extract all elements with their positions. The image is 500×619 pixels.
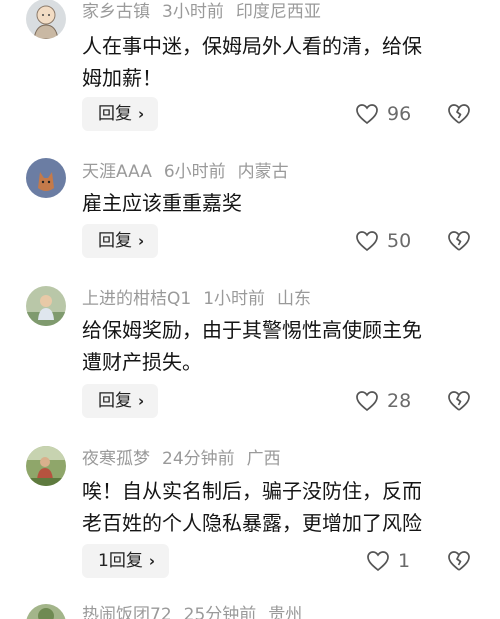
comment-meta: 上进的柑桔Q1 1小时前 山东 [82, 287, 323, 311]
comment-meta: 夜寒孤梦 24分钟前 广西 [82, 447, 293, 471]
comment-text: 雇主应该重重嘉奖 [82, 187, 472, 219]
broken-heart-icon[interactable] [447, 550, 471, 572]
like-count: 50 [387, 230, 412, 252]
comment-meta: 热闹饭团72 25分钟前 贵州 [82, 603, 314, 619]
timestamp: 24分钟前 [162, 449, 235, 469]
timestamp: 25分钟前 [183, 605, 257, 619]
like-count: 96 [387, 103, 412, 125]
username[interactable]: 夜寒孤梦 [82, 449, 150, 469]
broken-heart-icon[interactable] [447, 230, 471, 252]
username[interactable]: 热闹饭团72 [82, 605, 172, 619]
comment-item: 家乡古镇 3小时前 印度尼西亚 人在事中迷，保姆局外人看的清，给保 姆加薪！ 回复 ›… [0, 0, 500, 150]
timestamp: 1小时前 [203, 289, 266, 309]
chevron-right-icon: › [148, 552, 156, 570]
location: 山东 [277, 289, 312, 309]
like-button[interactable]: 50 [355, 230, 411, 252]
comment-item: 热闹饭团72 25分钟前 贵州 [0, 602, 500, 619]
reply-button[interactable]: 1回复 › [82, 544, 170, 578]
comment-text-line: 给保姆奖励，由于其警惕性高使顾主免 [82, 318, 422, 342]
like-button[interactable]: 28 [355, 390, 411, 412]
reply-label: 回复 [98, 104, 132, 124]
reply-label: 回复 [98, 391, 132, 411]
comment-item: 夜寒孤梦 24分钟前 广西 唉！自从实名制后，骗子没防住，反而 老百姓的个人隐私暴露… [0, 446, 500, 596]
comment-text-line: 唉！自从实名制后，骗子没防住，反而 [82, 479, 422, 503]
comment-text-line: 雇主应该重重嘉奖 [82, 191, 242, 215]
comment-item: 天涯AAA 6小时前 内蒙古 雇主应该重重嘉奖 回复 › 50 [0, 158, 500, 273]
comment-text-line: 老百姓的个人隐私暴露，更增加了风险 [82, 511, 422, 535]
broken-heart-icon[interactable] [447, 103, 471, 125]
comment-text: 人在事中迷，保姆局外人看的清，给保 姆加薪！ [82, 30, 472, 94]
comment-text-line: 人在事中迷，保姆局外人看的清，给保 [82, 34, 422, 58]
photo-avatar-icon[interactable] [26, 604, 66, 619]
location: 内蒙古 [237, 162, 289, 182]
comment-text-line: 遭财产损失。 [82, 350, 202, 374]
heart-outline-icon [355, 103, 379, 125]
chevron-right-icon: › [138, 392, 145, 410]
like-count: 1 [398, 550, 411, 572]
comment-meta: 天涯AAA 6小时前 内蒙古 [82, 160, 301, 184]
comment-text: 给保姆奖励，由于其警惕性高使顾主免 遭财产损失。 [82, 314, 472, 378]
monk-cartoon-avatar-icon[interactable] [26, 0, 66, 39]
username[interactable]: 上进的柑桔Q1 [82, 289, 191, 309]
location: 广西 [246, 449, 281, 469]
fox-cartoon-avatar-icon[interactable] [26, 158, 66, 198]
heart-outline-icon [355, 230, 379, 252]
like-button[interactable]: 1 [366, 550, 410, 572]
location: 印度尼西亚 [235, 2, 321, 22]
chevron-right-icon: › [138, 105, 145, 123]
comment-meta: 家乡古镇 3小时前 印度尼西亚 [82, 0, 333, 24]
reply-button[interactable]: 回复 › [82, 224, 159, 258]
reply-button[interactable]: 回复 › [82, 384, 159, 418]
reply-label: 回复 [98, 231, 132, 251]
like-button[interactable]: 96 [355, 103, 411, 125]
like-count: 28 [387, 390, 412, 412]
photo-person-avatar-icon[interactable] [26, 286, 66, 326]
photo-outdoor-avatar-icon[interactable] [26, 446, 66, 486]
comment-item: 上进的柑桔Q1 1小时前 山东 给保姆奖励，由于其警惕性高使顾主免 遭财产损失。 回… [0, 286, 500, 436]
reply-label: 1回复 [98, 551, 143, 571]
heart-outline-icon [355, 390, 379, 412]
timestamp: 6小时前 [163, 162, 226, 182]
comment-text-line: 姆加薪！ [82, 66, 162, 90]
comment-text: 唉！自从实名制后，骗子没防住，反而 老百姓的个人隐私暴露，更增加了风险 [82, 475, 472, 539]
reply-button[interactable]: 回复 › [82, 97, 159, 131]
username[interactable]: 家乡古镇 [82, 2, 150, 22]
heart-outline-icon [366, 550, 390, 572]
timestamp: 3小时前 [162, 2, 224, 22]
location: 贵州 [268, 605, 303, 619]
username[interactable]: 天涯AAA [82, 162, 152, 182]
broken-heart-icon[interactable] [447, 390, 471, 412]
chevron-right-icon: › [138, 232, 145, 250]
